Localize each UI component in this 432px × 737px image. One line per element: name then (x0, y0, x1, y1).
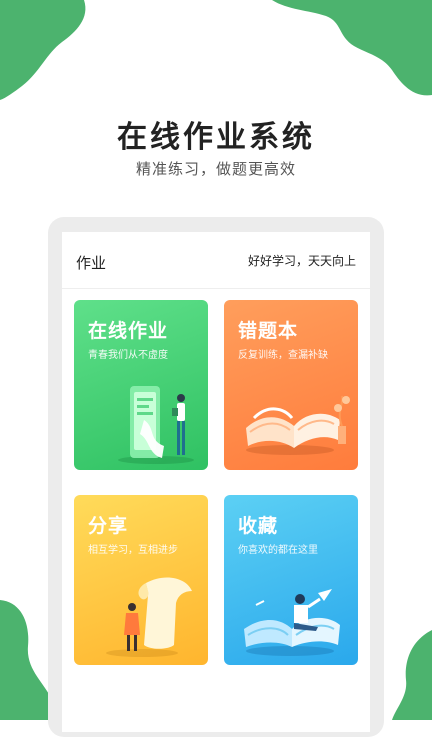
book-reader-illustration (244, 589, 340, 656)
blob-bottom-right-decoration (392, 630, 432, 720)
header-title: 作业 (76, 254, 107, 272)
phone-reader-illustration (118, 386, 194, 464)
mistakes-card[interactable]: 错题本 反复训练，查漏补缺 (224, 300, 358, 470)
homework-card[interactable]: 在线作业 青春我们从不虚度 (74, 300, 208, 470)
app-header: 作业 好好学习，天天向上 (62, 232, 370, 289)
open-book-illustration (246, 395, 350, 455)
favorites-card[interactable]: 收藏 你喜欢的都在这里 (224, 495, 358, 665)
share-card[interactable]: 分享 相互学习，互相进步 (74, 495, 208, 665)
blob-top-left-decoration (0, 0, 86, 100)
hero-title: 在线作业系统 (117, 120, 315, 155)
header-slogan: 好好学习，天天向上 (247, 254, 356, 268)
app-screen: 作业 好好学习，天天向上 在线作业 青春我们从不虚度 错题本 反复训练，查漏补缺 (62, 232, 370, 732)
blob-top-right-decoration (272, 0, 432, 96)
hero-subtitle: 精准练习，做题更高效 (135, 160, 296, 178)
scroll-illustration (106, 577, 192, 657)
